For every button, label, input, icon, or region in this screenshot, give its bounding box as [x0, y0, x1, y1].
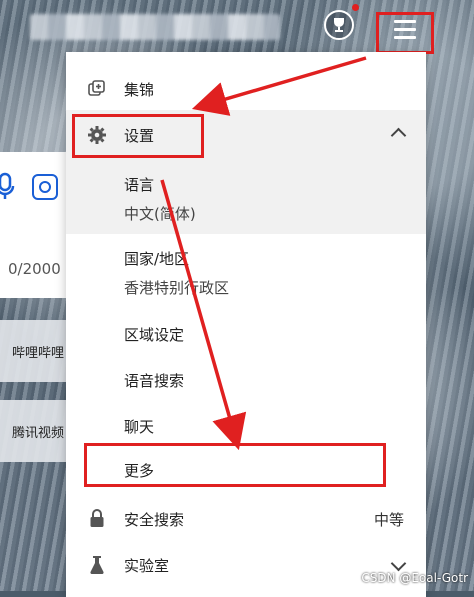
annotation-box-more [84, 443, 386, 487]
quick-link-bilibili[interactable]: 哔哩哔哩 [0, 320, 66, 382]
flask-icon [86, 554, 108, 576]
watermark: CSDN @Eoal-Gotr [361, 571, 468, 585]
hamburger-icon [394, 20, 416, 44]
microphone-icon[interactable] [0, 172, 18, 202]
setting-locale[interactable]: 区域设定 [124, 324, 184, 345]
collections-icon [86, 78, 108, 100]
setting-language[interactable]: 语言 中文(简体) [124, 174, 196, 224]
chevron-down-icon[interactable] [390, 555, 407, 572]
quick-link-label: 哔哩哔哩 [12, 345, 65, 361]
setting-label: 区域设定 [124, 326, 185, 344]
setting-label: 国家/地区 [124, 250, 190, 268]
quick-link-label: 腾讯视频 [12, 425, 65, 441]
menu-item-safe-search[interactable]: 安全搜索 中等 [66, 506, 426, 532]
hamburger-menu-button[interactable] [376, 12, 434, 54]
lock-icon [86, 508, 108, 530]
menu-item-collections[interactable]: 集锦 [66, 74, 426, 104]
menu-item-label: 安全搜索 [124, 510, 185, 529]
setting-label: 聊天 [124, 418, 155, 436]
setting-value: 香港特别行政区 [124, 279, 230, 297]
menu-item-label: 集锦 [124, 80, 155, 99]
char-counter: 0/2000 [8, 260, 61, 278]
setting-label: 语言 [124, 176, 155, 194]
setting-chat[interactable]: 聊天 [124, 416, 154, 437]
safe-search-value: 中等 [373, 510, 404, 529]
setting-label: 语音搜索 [124, 372, 185, 390]
setting-value: 中文(简体) [124, 205, 196, 223]
menu-item-label: 实验室 [124, 556, 170, 575]
blurred-account-area [30, 14, 280, 40]
visual-search-icon[interactable] [32, 174, 58, 200]
setting-voice-search[interactable]: 语音搜索 [124, 370, 184, 391]
setting-region[interactable]: 国家/地区 香港特别行政区 [124, 248, 229, 298]
notification-dot [352, 4, 359, 11]
search-box[interactable]: 0/2000 [0, 152, 66, 298]
quick-link-tencent-video[interactable]: 腾讯视频 [0, 400, 66, 462]
trophy-icon[interactable] [324, 10, 354, 40]
chevron-up-icon[interactable] [390, 127, 407, 144]
annotation-box-settings [72, 114, 204, 158]
